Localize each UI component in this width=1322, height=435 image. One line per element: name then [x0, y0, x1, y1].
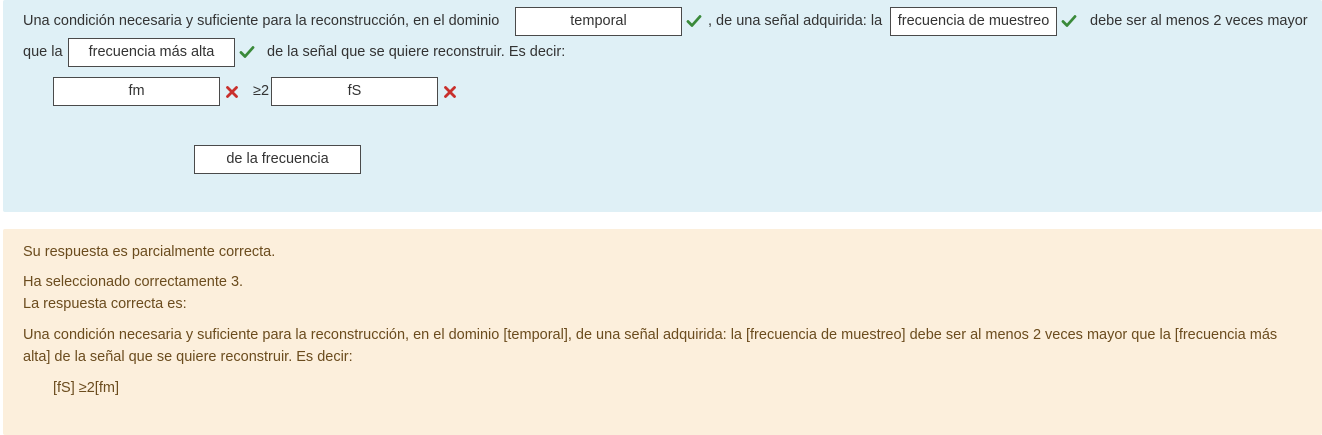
blank-formula-left-dropdown[interactable]: fm: [53, 77, 220, 106]
cross-icon: [226, 86, 238, 98]
question-text-1a: Una condición necesaria y suficiente par…: [23, 13, 500, 29]
feedback-partial: Su respuesta es parcialmente correcta.: [23, 244, 276, 260]
feedback-correct-answer-line-1: Una condición necesaria y suficiente par…: [23, 327, 1278, 343]
check-icon: [686, 15, 702, 27]
blank-sampling-dropdown[interactable]: frecuencia de muestreo: [890, 7, 1057, 36]
check-icon: [239, 46, 255, 58]
question-text-2a: que la: [23, 44, 63, 60]
blank-formula-right-dropdown[interactable]: fS: [271, 77, 438, 106]
question-text-2b: de la señal que se quiere reconstruir. E…: [267, 44, 566, 60]
feedback-correct-formula: [fS] ≥2[fm]: [53, 380, 119, 396]
inequality-symbol: ≥2: [253, 83, 270, 99]
feedback-correct-answer-label: La respuesta correcta es:: [23, 296, 187, 312]
quiz-review: Una condición necesaria y suficiente par…: [0, 0, 1322, 435]
feedback-selected-count: Ha seleccionado correctamente 3.: [23, 274, 244, 290]
unused-answer-item[interactable]: de la frecuencia: [194, 145, 361, 174]
cross-icon: [444, 86, 456, 98]
check-icon: [1061, 15, 1077, 27]
question-text-1c: debe ser al menos 2 veces mayor: [1090, 13, 1308, 29]
blank-highest-dropdown[interactable]: frecuencia más alta: [68, 38, 235, 67]
question-text-1b: , de una señal adquirida: la: [708, 13, 883, 29]
feedback-correct-answer-line-2: alta] de la señal que se quiere reconstr…: [23, 349, 353, 365]
blank-domain-dropdown[interactable]: temporal: [515, 7, 682, 36]
